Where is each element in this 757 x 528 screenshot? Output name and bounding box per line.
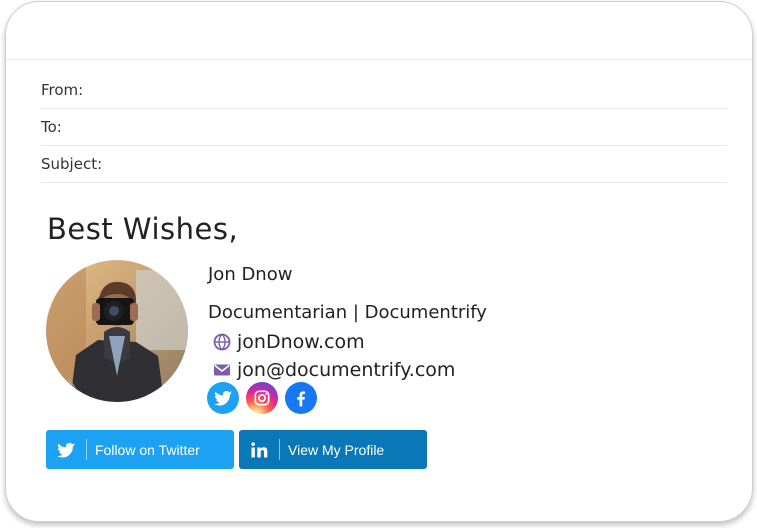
signature-name: Jon Dnow — [208, 264, 293, 285]
greeting-text: Best Wishes, — [47, 212, 239, 246]
email-text: jon@documentrify.com — [237, 359, 456, 381]
facebook-icon[interactable] — [285, 382, 317, 414]
avatar-photo — [46, 260, 188, 402]
globe-icon — [213, 333, 231, 351]
subject-label: Subject: — [41, 155, 103, 173]
twitter-icon — [56, 442, 76, 458]
mail-icon — [213, 361, 231, 379]
top-divider — [6, 59, 752, 60]
signature-title: Documentarian | Documentrify — [208, 302, 487, 323]
button-divider — [86, 439, 87, 460]
instagram-icon[interactable] — [246, 382, 278, 414]
linkedin-icon — [251, 441, 268, 457]
from-row[interactable]: From: — [41, 71, 727, 109]
social-links — [207, 382, 317, 414]
twitter-icon[interactable] — [207, 382, 239, 414]
to-label: To: — [41, 118, 62, 136]
button-divider — [279, 439, 280, 460]
email-signature-card: From: To: Subject: Best Wishes, Jon Dnow… — [5, 1, 753, 522]
follow-twitter-label: Follow on Twitter — [95, 441, 200, 458]
twitter-button-icon-wrap — [46, 430, 86, 469]
follow-twitter-button[interactable]: Follow on Twitter — [46, 430, 234, 469]
email-link[interactable]: jon@documentrify.com — [213, 358, 455, 382]
linkedin-button-icon-wrap — [239, 430, 279, 469]
website-text: jonDnow.com — [237, 331, 365, 353]
view-profile-label: View My Profile — [288, 441, 385, 458]
from-label: From: — [41, 81, 84, 99]
subject-row[interactable]: Subject: — [41, 145, 727, 183]
avatar — [46, 260, 188, 402]
view-profile-button[interactable]: View My Profile — [239, 430, 427, 469]
website-link[interactable]: jonDnow.com — [213, 330, 365, 354]
call-to-action-row: Follow on Twitter View My Profile — [46, 430, 427, 469]
to-row[interactable]: To: — [41, 108, 727, 146]
